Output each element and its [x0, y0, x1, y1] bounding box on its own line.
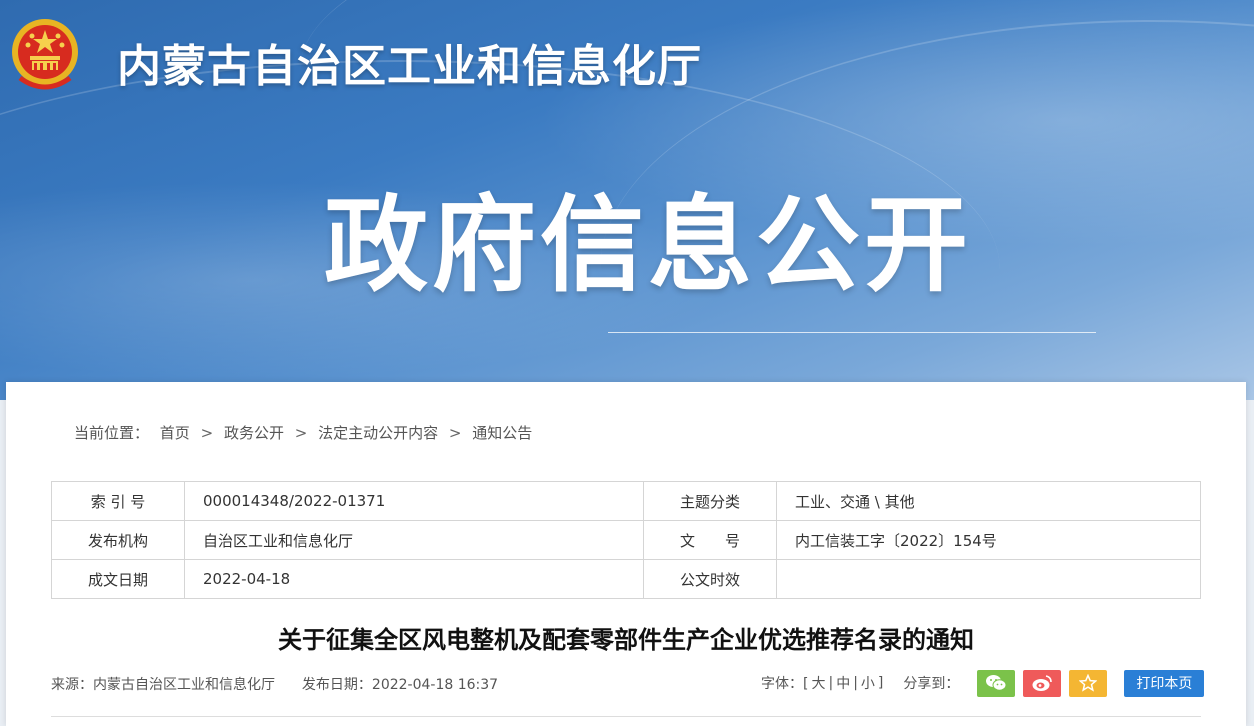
wechat-icon — [986, 675, 1007, 691]
share-label: 分享到： — [903, 676, 960, 692]
publisher-label: 发布机构 — [51, 520, 185, 560]
topic-value: 工业、交通 \ 其他 — [776, 481, 1201, 521]
print-button[interactable]: 打印本页 — [1124, 669, 1205, 697]
font-size-end: ] — [877, 675, 884, 691]
content-panel: 当前位置： 首页 > 政务公开 > 法定主动公开内容 > 通知公告 索 引 号 … — [6, 382, 1246, 726]
index-no-value: 000014348/2022-01371 — [184, 481, 644, 521]
topic-label: 主题分类 — [643, 481, 777, 521]
article-publish-date: 发布日期：2022-04-18 16:37 — [301, 677, 499, 693]
weibo-icon — [1032, 675, 1053, 691]
index-no-label: 索 引 号 — [51, 481, 185, 521]
article-tools: 字体：[ 大 | 中 | 小 ] 分享到： 打印本页 — [761, 669, 1205, 697]
banner-divider — [608, 332, 1096, 333]
effective-value — [776, 559, 1201, 599]
document-meta-table: 索 引 号 000014348/2022-01371 主题分类 工业、交通 \ … — [51, 481, 1201, 599]
share-weibo-button[interactable] — [1023, 669, 1062, 697]
article-source: 来源：内蒙古自治区工业和信息化厅 — [51, 677, 275, 693]
effective-label: 公文时效 — [643, 559, 777, 599]
breadcrumb-item-gov-affairs[interactable]: 政务公开 — [224, 424, 284, 442]
divider — [51, 716, 1201, 717]
font-size-large-button[interactable]: 大 — [808, 673, 828, 693]
doc-no-label: 文 号 — [643, 520, 777, 560]
site-title[interactable]: 内蒙古自治区工业和信息化厅 — [117, 30, 702, 94]
breadcrumb-label: 当前位置： — [74, 424, 150, 442]
breadcrumb-separator: > — [448, 424, 462, 442]
share-favorite-button[interactable] — [1069, 669, 1108, 697]
star-icon — [1079, 674, 1098, 692]
breadcrumb-item-notices[interactable]: 通知公告 — [472, 424, 532, 442]
breadcrumb-separator: > — [294, 424, 308, 442]
table-row: 成文日期 2022-04-18 公文时效 — [51, 559, 1201, 599]
breadcrumb-separator: > — [200, 424, 214, 442]
date-value: 2022-04-18 — [184, 559, 644, 599]
publisher-value: 自治区工业和信息化厅 — [184, 520, 644, 560]
date-label: 成文日期 — [51, 559, 185, 599]
banner: 内蒙古自治区工业和信息化厅 政府信息公开 — [0, 0, 1254, 400]
table-row: 发布机构 自治区工业和信息化厅 文 号 内工信装工字〔2022〕154号 — [51, 520, 1201, 560]
font-size-label: 字体：[ — [761, 676, 809, 692]
font-size-small-button[interactable]: 小 — [858, 673, 878, 693]
article-info: 来源：内蒙古自治区工业和信息化厅 发布日期：2022-04-18 16:37 — [51, 674, 498, 694]
banner-heading: 政府信息公开 — [324, 184, 973, 306]
document-title: 关于征集全区风电整机及配套零部件生产企业优选推荐名录的通知 — [278, 626, 974, 654]
national-emblem-icon — [10, 16, 80, 92]
doc-no-value: 内工信装工字〔2022〕154号 — [776, 520, 1201, 560]
breadcrumb-item-home[interactable]: 首页 — [160, 424, 190, 442]
breadcrumb: 当前位置： 首页 > 政务公开 > 法定主动公开内容 > 通知公告 — [74, 422, 538, 443]
table-row: 索 引 号 000014348/2022-01371 主题分类 工业、交通 \ … — [51, 481, 1201, 521]
font-size-medium-button[interactable]: 中 — [833, 673, 853, 693]
share-wechat-button[interactable] — [977, 669, 1016, 697]
breadcrumb-item-statutory-content[interactable]: 法定主动公开内容 — [318, 424, 438, 442]
